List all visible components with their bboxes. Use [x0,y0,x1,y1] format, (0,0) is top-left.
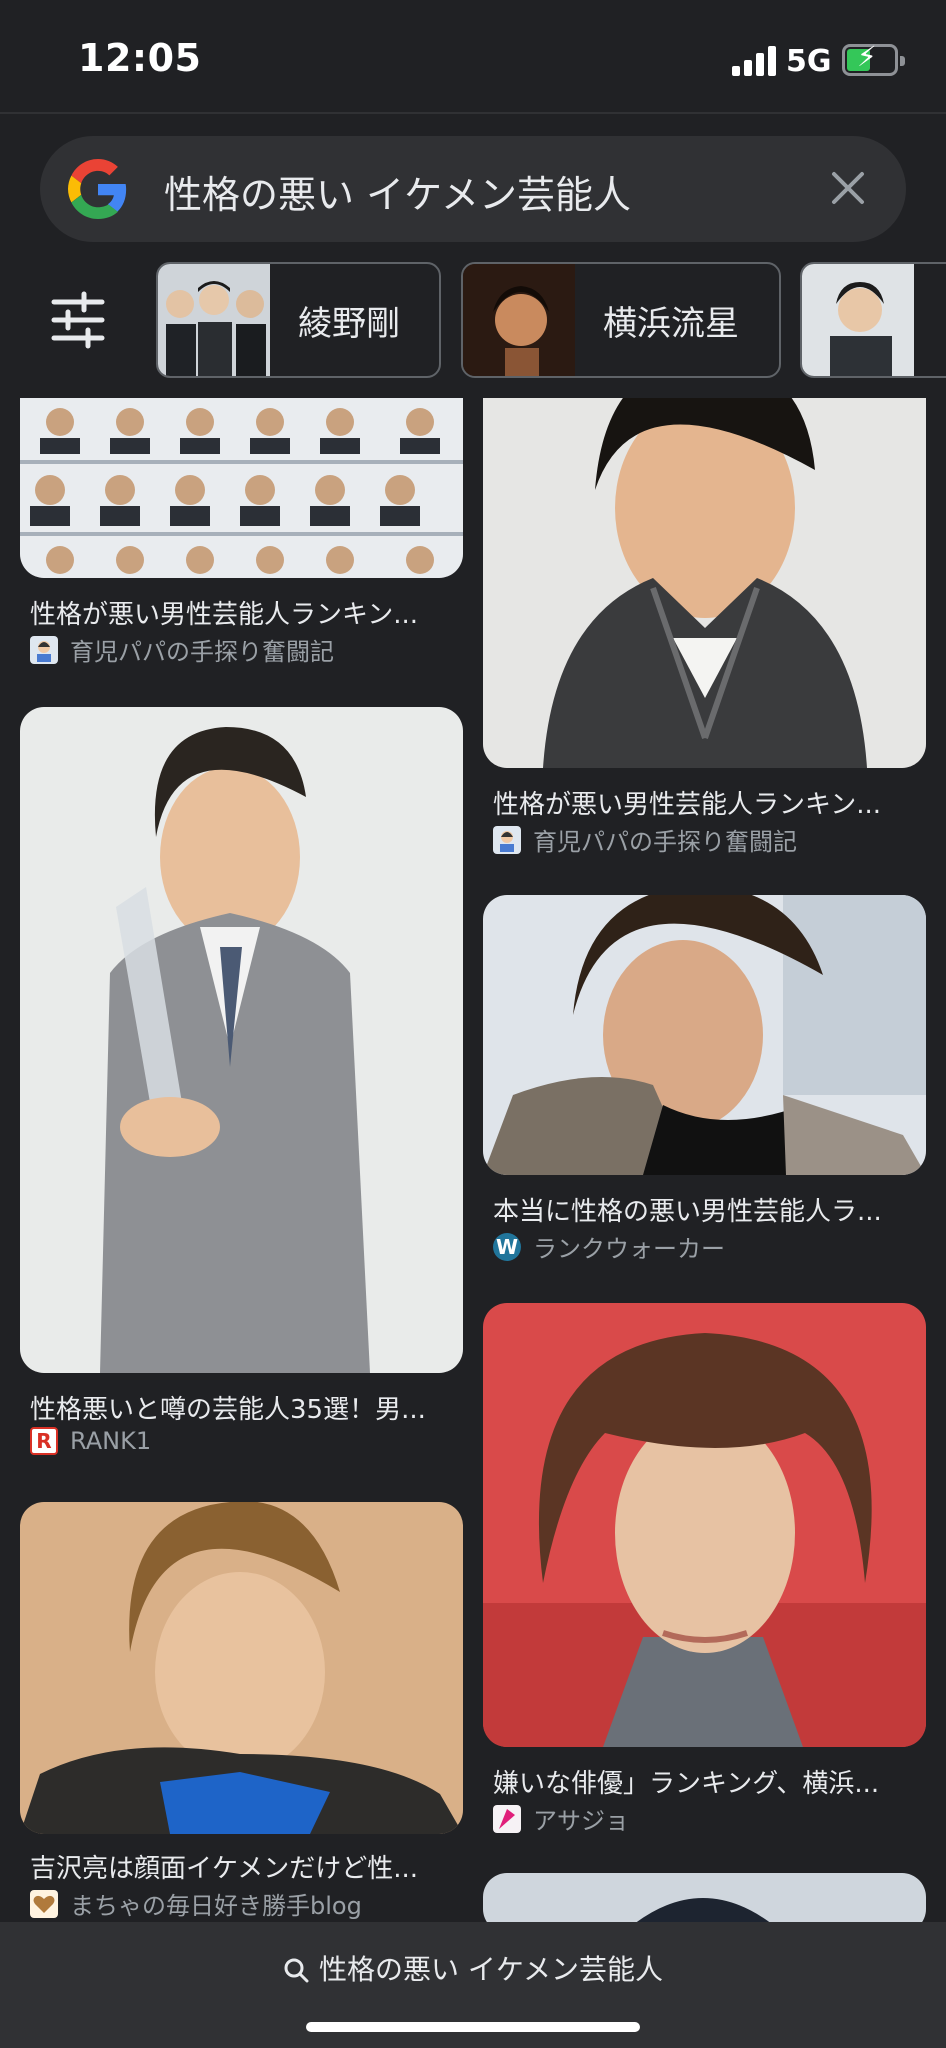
result-card[interactable]: 性格悪いと噂の芸能人35選！男... R RANK1 [20,707,463,1467]
search-bar[interactable]: 性格の悪い イケメン芸能人 [40,136,906,242]
rank1-logo-icon: R [30,1427,58,1455]
result-title[interactable]: 性格が悪い男性芸能人ランキン... [30,594,460,631]
avatar-icon [30,635,58,664]
result-source[interactable]: 育児パパの手探り奮闘記 [493,822,797,857]
bottom-search-pill[interactable]: 性格の悪い イケメン芸能人 [0,1948,946,1988]
status-bar: 12:05 5G ⚡ [0,0,946,112]
bottom-search-query: 性格の悪い イケメン芸能人 [318,1953,664,1986]
chip-thumbnail-image [158,264,270,376]
result-card[interactable]: 性格が悪い男性芸能人ランキン... 育児パパの手探り奮闘記 [20,398,463,668]
result-source-label: ランクウォーカー [533,1235,725,1263]
result-source-label: RANK1 [70,1427,152,1455]
result-card[interactable]: 本当に性格の悪い男性芸能人ラ... W ランクウォーカー [483,895,926,1265]
google-logo-icon[interactable] [68,159,128,219]
chip-related-person[interactable] [800,262,946,378]
chip-ayano-go[interactable]: 綾野剛 [156,262,441,378]
chip-thumbnail-image [802,264,914,376]
wordpress-icon: W [493,1232,521,1261]
result-image[interactable] [483,1303,926,1747]
avatar-icon [493,825,521,854]
result-image[interactable] [20,398,463,578]
result-source[interactable]: まちゃの毎日好き勝手blog [30,1886,362,1921]
chip-label: 横浜流星 [603,303,739,344]
chip-thumbnail-image [463,264,575,376]
result-title[interactable]: 本当に性格の悪い男性芸能人ラ... [493,1191,923,1228]
filter-sliders-icon[interactable] [42,284,114,356]
battery-icon: ⚡ [842,43,905,76]
status-time: 12:05 [78,36,202,80]
result-source-label: まちゃの毎日好き勝手blog [70,1892,362,1920]
result-source-label: 育児パパの手探り奮闘記 [70,638,334,666]
bottom-search-bar[interactable]: 性格の悪い イケメン芸能人 [0,1922,946,2048]
result-image[interactable] [483,398,926,768]
result-title[interactable]: 性格が悪い男性芸能人ランキン... [493,784,923,821]
result-source-label: アサジョ [533,1807,629,1835]
result-source[interactable]: アサジョ [493,1801,629,1836]
signal-icon [732,44,776,76]
result-image[interactable] [483,895,926,1175]
network-label: 5G [786,44,832,79]
chip-yokohama-ryusei[interactable]: 横浜流星 [461,262,781,378]
header-divider [0,112,946,114]
result-card[interactable]: 性格が悪い男性芸能人ランキン... 育児パパの手探り奮闘記 [483,398,926,858]
chip-label: 綾野剛 [298,303,400,344]
search-query-text[interactable]: 性格の悪い イケメン芸能人 [164,164,631,219]
related-chips: 綾野剛 横浜流星 [0,260,946,384]
asajo-logo-icon [493,1804,521,1833]
clear-search-button[interactable] [820,160,876,216]
result-image[interactable] [20,1502,463,1834]
result-title[interactable]: 嫌いな俳優」ランキング、横浜... [493,1763,923,1800]
home-indicator[interactable] [306,2022,640,2032]
heart-icon [30,1889,58,1918]
close-icon [832,172,864,204]
result-card[interactable]: 吉沢亮は顔面イケメンだけど性... まちゃの毎日好き勝手blog [20,1502,463,1922]
result-image[interactable] [20,707,463,1373]
result-source[interactable]: R RANK1 [30,1427,151,1455]
result-source[interactable]: W ランクウォーカー [493,1229,725,1264]
result-card[interactable]: 嫌いな俳優」ランキング、横浜... アサジョ [483,1303,926,1836]
search-icon [284,1958,309,1983]
result-title[interactable]: 性格悪いと噂の芸能人35選！男... [30,1389,460,1426]
result-source[interactable]: 育児パパの手探り奮闘記 [30,632,334,667]
result-source-label: 育児パパの手探り奮闘記 [533,828,797,856]
result-title[interactable]: 吉沢亮は顔面イケメンだけど性... [30,1848,460,1885]
